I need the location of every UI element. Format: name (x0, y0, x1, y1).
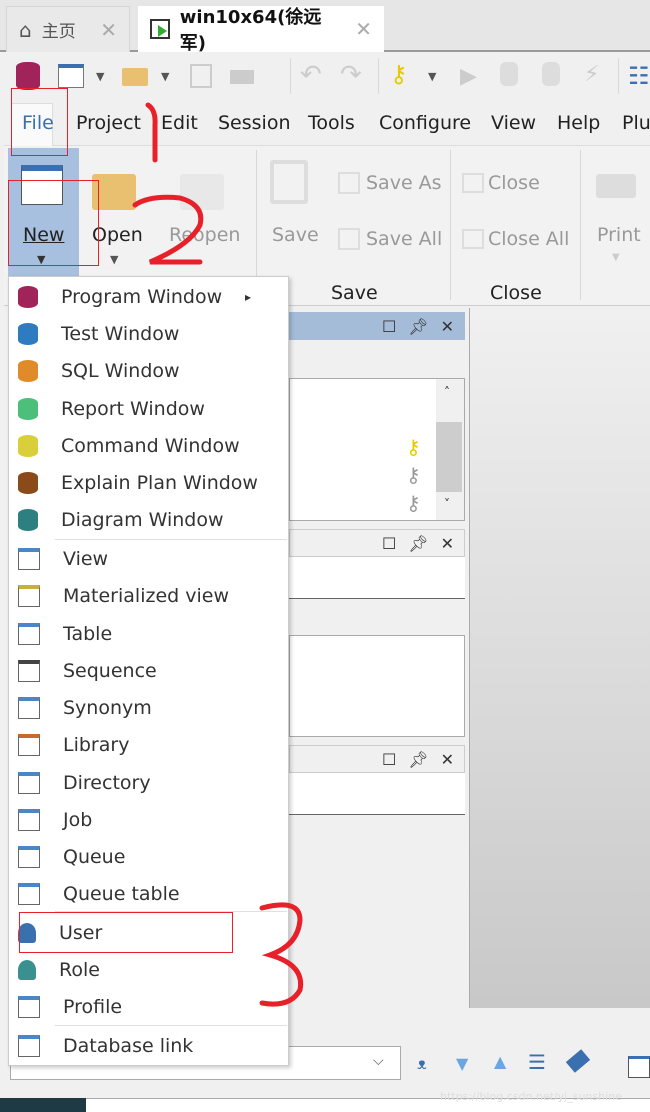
handwritten-annotations (132, 102, 304, 1007)
annotation-3 (259, 902, 304, 1007)
annotation-1 (145, 102, 158, 163)
annotation-2 (132, 194, 204, 265)
